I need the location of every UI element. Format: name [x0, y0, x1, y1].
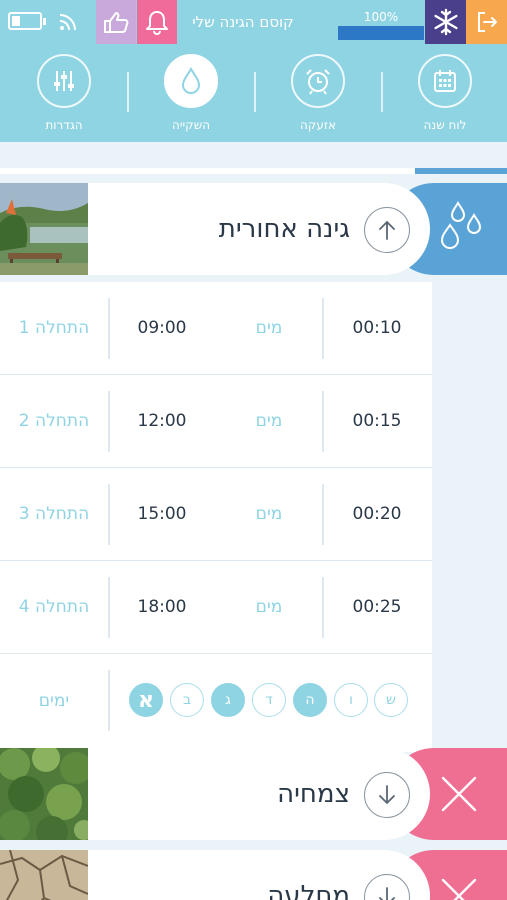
start-time[interactable]: 15:00 — [108, 468, 216, 561]
tab-irrigation-label: השקייה — [171, 118, 211, 132]
tab-calendar-label: לוח שנה — [423, 118, 467, 132]
sliders-icon — [37, 54, 91, 108]
battery-progress: 100% — [338, 0, 424, 44]
bell-icon — [146, 11, 168, 35]
zone-header[interactable]: מחלעה — [0, 850, 507, 900]
tab-settings[interactable]: הגדרות — [14, 50, 114, 140]
day-toggle[interactable]: ש — [374, 683, 408, 717]
snowflake-icon — [433, 8, 458, 36]
schedule-row[interactable]: התחלה 3 15:00 מים 00:20 — [0, 468, 432, 561]
zone-photo — [0, 748, 88, 840]
duration[interactable]: 00:10 — [322, 282, 432, 375]
day-toggle[interactable]: ה — [293, 683, 327, 717]
zone-header[interactable]: צמחיה — [0, 748, 507, 840]
water-label: מים — [255, 411, 283, 431]
water-drop-icon — [164, 54, 218, 108]
alarm-clock-icon — [291, 54, 345, 108]
tab-calendar[interactable]: לוח שנה — [395, 50, 495, 140]
zone-name: מחלעה — [267, 881, 350, 900]
previous-zone-edge — [0, 168, 430, 174]
day-toggle[interactable]: א — [129, 683, 163, 717]
calendar-icon — [418, 54, 472, 108]
wifi-icon — [58, 12, 78, 32]
previous-zone-badge-edge — [415, 168, 507, 174]
close-x-icon — [441, 878, 476, 900]
zone-name: צמחיה — [277, 779, 350, 809]
water-label: מים — [255, 597, 283, 617]
main-toolbar: לוח שנה אזעקה השקייה הגדרות — [0, 44, 507, 142]
toolbar-divider — [381, 72, 383, 112]
day-toggle[interactable]: ד — [252, 683, 286, 717]
thumbs-up-button[interactable] — [96, 0, 136, 44]
expand-button[interactable] — [364, 772, 410, 818]
schedule-row[interactable]: התחלה 2 12:00 מים 00:15 — [0, 375, 432, 468]
tab-settings-label: הגדרות — [45, 118, 83, 132]
days-row: ימים ש ו ה ד ג ב א — [0, 654, 432, 748]
garden-title: קוסם הגינה שלי — [192, 13, 294, 31]
duration[interactable]: 00:20 — [322, 468, 432, 561]
day-toggle[interactable]: ב — [170, 683, 204, 717]
schedule-row[interactable]: התחלה 4 18:00 מים 00:25 — [0, 561, 432, 654]
start-label: התחלה 3 — [18, 504, 90, 524]
zone-name: גינה אחורית — [218, 214, 350, 244]
water-drops-icon — [438, 201, 488, 261]
tab-alarm-label: אזעקה — [299, 118, 337, 132]
battery-percent: 100% — [363, 10, 399, 24]
zone-list: גינה אחורית התחלה 1 09:00 מים 00:10 התחל… — [0, 142, 507, 900]
close-x-icon — [441, 776, 476, 812]
arrow-up-icon — [379, 220, 395, 240]
schedule-row[interactable]: התחלה 1 09:00 מים 00:10 — [0, 282, 432, 375]
progress-fill — [338, 26, 424, 40]
zone-header[interactable]: גינה אחורית — [0, 183, 507, 275]
winter-mode-button[interactable] — [425, 0, 466, 44]
exit-button[interactable] — [466, 0, 507, 44]
tab-irrigation[interactable]: השקייה — [141, 50, 241, 140]
zone-photo — [0, 183, 88, 275]
start-label: התחלה 1 — [18, 318, 90, 338]
start-time[interactable]: 18:00 — [108, 561, 216, 654]
days-label: ימים — [38, 691, 70, 711]
status-bar: קוסם הגינה שלי 100% — [0, 0, 507, 44]
tab-alarm[interactable]: אזעקה — [268, 50, 368, 140]
duration[interactable]: 00:25 — [322, 561, 432, 654]
day-toggle[interactable]: ג — [211, 683, 245, 717]
day-toggle[interactable]: ו — [334, 683, 368, 717]
thumbs-up-icon — [104, 12, 129, 33]
zone-photo — [0, 850, 88, 900]
schedule-table: התחלה 1 09:00 מים 00:10 התחלה 2 12:00 מי… — [0, 282, 432, 752]
notifications-button[interactable] — [137, 0, 177, 44]
start-time[interactable]: 09:00 — [108, 282, 216, 375]
start-label: התחלה 2 — [18, 411, 90, 431]
arrow-down-icon — [379, 887, 395, 900]
collapse-button[interactable] — [364, 207, 410, 253]
toolbar-divider — [127, 72, 129, 112]
duration[interactable]: 00:15 — [322, 375, 432, 468]
start-time[interactable]: 12:00 — [108, 375, 216, 468]
toolbar-divider — [254, 72, 256, 112]
water-label: מים — [255, 318, 283, 338]
exit-icon — [477, 12, 497, 32]
water-label: מים — [255, 504, 283, 524]
arrow-down-icon — [379, 785, 395, 805]
start-label: התחלה 4 — [18, 597, 90, 617]
battery-icon — [8, 12, 46, 30]
